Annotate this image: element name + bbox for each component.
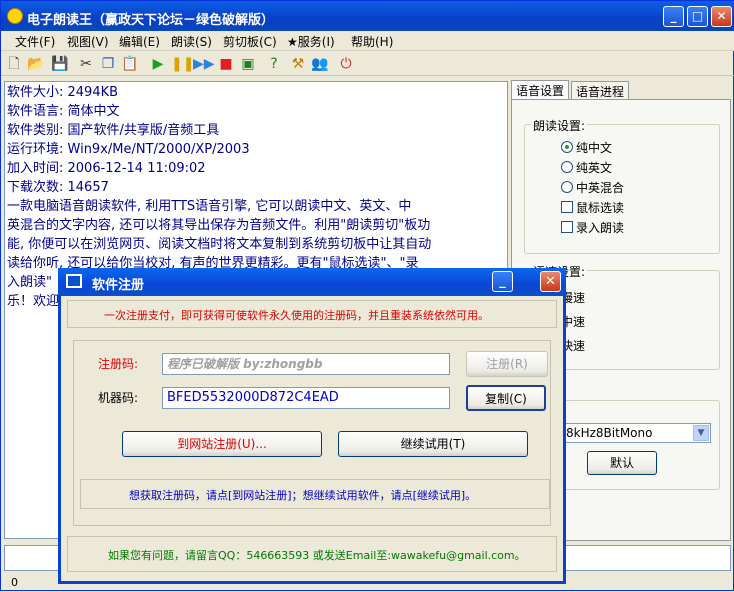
text-line: 软件大小: 2494KB	[7, 85, 119, 100]
radio-english[interactable]	[561, 161, 573, 173]
minimize-button[interactable]: _	[492, 271, 513, 292]
notice-text: 一次注册支付，即可获得可使软件永久使用的注册码，并且重装系统依然可用。	[104, 309, 489, 322]
dialog-title: 软件注册	[92, 278, 145, 293]
text-line: 能, 你便可以在浏览网页、阅读文档时将文本复制到系统剪切板中让其自动	[7, 237, 432, 252]
register-box: 注册码: 程序已破解版 by:zhongbb 注册(R) 机器码: BFED55…	[73, 340, 551, 526]
default-button[interactable]: 默认	[587, 451, 657, 475]
window-title: 电子朗读王（赢政天下论坛－绿色破解版）	[27, 13, 275, 28]
radio-mixed[interactable]	[561, 181, 573, 193]
mouse-select-checkbox[interactable]	[561, 201, 573, 213]
status-value: 0	[11, 576, 18, 589]
pause-icon[interactable]: ❚❚	[171, 55, 194, 73]
text-line: 一款电脑语音朗读软件, 利用TTS语音引擎, 它可以朗读中文、英文、中	[7, 199, 412, 214]
tools-icon[interactable]: ⚒	[289, 55, 307, 73]
text-line: 运行环境: Win9x/Me/NT/2000/XP/2003	[7, 142, 250, 157]
read-settings-label: 朗读设置:	[531, 117, 588, 134]
help-icon[interactable]: ?	[265, 55, 283, 73]
hint-box: 想获取注册码，请点[到网站注册]；想继续试用软件，请点[继续试用]。	[80, 479, 550, 509]
reg-code-field[interactable]: 程序已破解版 by:zhongbb	[162, 353, 450, 375]
menu-read[interactable]: 朗读(S)	[171, 33, 212, 50]
radio-mixed-label: 中英混合	[576, 181, 625, 195]
maximize-button[interactable]: □	[687, 6, 708, 27]
register-dialog: 软件注册 _ ✕ 一次注册支付，即可获得可使软件永久使用的注册码，并且重装系统依…	[58, 268, 566, 584]
website-register-button[interactable]: 到网站注册(U)...	[122, 431, 322, 457]
text-line: 软件类别: 国产软件/共享版/音频工具	[7, 123, 220, 138]
menu-clipboard[interactable]: 剪切板(C)	[223, 33, 277, 50]
menu-file[interactable]: 文件(F)	[15, 33, 55, 50]
machine-code-label: 机器码:	[98, 391, 139, 405]
users-icon[interactable]: 👥	[311, 55, 329, 73]
window-icon	[66, 274, 82, 288]
input-read-checkbox[interactable]	[561, 221, 573, 233]
format-select-value: 8kHz8BitMono	[566, 426, 653, 440]
title-bar[interactable]: 电子朗读王（赢政天下论坛－绿色破解版） _ □ ✕	[1, 1, 734, 31]
menu-help[interactable]: 帮助(H)	[351, 33, 393, 50]
machine-code-field[interactable]: BFED5532000D872C4EAD	[162, 387, 450, 409]
read-settings-group: 朗读设置: 纯中文 纯英文 中英混合 鼠标选读 录入朗读	[524, 117, 720, 254]
copy-icon[interactable]: ❐	[99, 55, 117, 73]
reg-code-label: 注册码:	[98, 357, 139, 371]
radio-english-label: 纯英文	[576, 161, 613, 175]
radio-chinese-label: 纯中文	[576, 141, 613, 155]
open-folder-icon[interactable]: 📂	[27, 55, 45, 73]
tab-voice-settings[interactable]: 语音设置	[511, 80, 569, 101]
menu-view[interactable]: 视图(V)	[67, 33, 109, 50]
dialog-title-bar[interactable]: 软件注册 _ ✕	[58, 268, 566, 296]
new-file-icon[interactable]: 🗋	[5, 55, 23, 73]
toolbar: 🗋 📂 💾 ✂ ❐ 📋 ▶ ❚❚ ▶▶ ■ ▣ ? ⚒ 👥 ⏻	[1, 52, 734, 76]
text-line: 加入时间: 2006-12-14 11:09:02	[7, 161, 206, 176]
save-icon[interactable]: 💾	[51, 55, 69, 73]
notice-box: 一次注册支付，即可获得可使软件永久使用的注册码，并且重装系统依然可用。	[67, 300, 557, 328]
copy-button[interactable]: 复制(C)	[466, 385, 546, 411]
paste-icon[interactable]: 📋	[121, 55, 139, 73]
text-line: 英混合的文字内容, 还可以将其导出保存为音频文件。利用"朗读剪切"板功	[7, 218, 431, 233]
menu-bar: 文件(F) 视图(V) 编辑(E) 朗读(S) 剪切板(C) ★服务(I) 帮助…	[1, 31, 734, 51]
fast-forward-icon[interactable]: ▶▶	[193, 55, 215, 73]
app-icon	[7, 8, 23, 24]
format-select[interactable]: 8kHz8BitMono ▼	[561, 423, 711, 443]
chevron-down-icon[interactable]: ▼	[693, 425, 709, 441]
menu-edit[interactable]: 编辑(E)	[119, 33, 160, 50]
text-line: 下载次数: 14657	[7, 180, 109, 195]
text-line: 软件语言: 简体中文	[7, 104, 120, 119]
play-icon[interactable]: ▶	[149, 55, 167, 73]
cut-icon[interactable]: ✂	[77, 55, 95, 73]
contact-box: 如果您有问题，请留言QQ：546663593 或发送Email至:wawakef…	[67, 536, 557, 572]
exit-icon[interactable]: ⏻	[337, 55, 355, 73]
menu-service[interactable]: ★服务(I)	[287, 33, 335, 50]
input-read-label: 录入朗读	[576, 221, 625, 235]
register-button[interactable]: 注册(R)	[466, 351, 548, 377]
tab-voice-process[interactable]: 语音进程	[571, 81, 629, 100]
close-button[interactable]: ✕	[711, 6, 732, 27]
mouse-select-label: 鼠标选读	[576, 201, 625, 215]
hint-text: 想获取注册码，请点[到网站注册]；想继续试用软件，请点[继续试用]。	[129, 489, 477, 502]
continue-trial-button[interactable]: 继续试用(T)	[338, 431, 528, 457]
close-button[interactable]: ✕	[540, 271, 561, 292]
radio-chinese[interactable]	[561, 141, 573, 153]
stop-icon[interactable]: ■	[217, 55, 235, 73]
contact-text: 如果您有问题，请留言QQ：546663593 或发送Email至:wawakef…	[108, 549, 526, 562]
minimize-button[interactable]: _	[663, 6, 684, 27]
record-icon[interactable]: ▣	[239, 55, 257, 73]
